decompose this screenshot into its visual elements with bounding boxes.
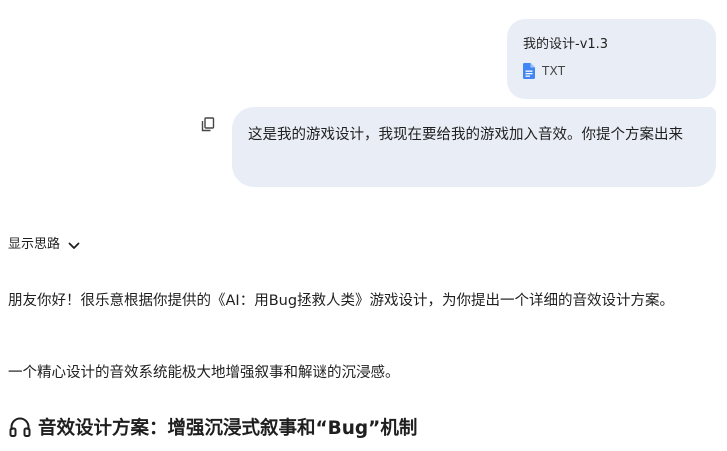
response-paragraph: 一个精心设计的音效系统能极大地增强叙事和解谜的沉浸感。 — [8, 365, 400, 381]
response-heading-text: 音效设计方案：增强沉浸式叙事和“Bug”机制 — [38, 418, 418, 439]
attachment-file-type: TXT — [542, 64, 566, 78]
chat-page: 我的设计-v1.3 TXT 这是我的游戏设计，我现在要给我的游戏加入音效。你提个… — [0, 0, 727, 451]
chevron-down-icon — [68, 237, 80, 249]
attachment-card[interactable]: 我的设计-v1.3 TXT — [507, 19, 716, 99]
document-icon — [523, 63, 535, 79]
user-message-bubble: 这是我的游戏设计，我现在要给我的游戏加入音效。你提个方案出来 — [232, 107, 716, 187]
copy-icon — [201, 116, 215, 136]
show-thinking-label: 显示思路 — [8, 237, 61, 252]
show-thinking-toggle[interactable]: 显示思路 — [8, 233, 80, 252]
headphones-icon — [8, 415, 32, 439]
attachment-type-row: TXT — [523, 63, 716, 79]
copy-message-button[interactable] — [198, 116, 218, 136]
response-heading: 音效设计方案：增强沉浸式叙事和“Bug”机制 — [8, 414, 417, 440]
attachment-file-name: 我的设计-v1.3 — [523, 37, 609, 52]
user-message-text: 这是我的游戏设计，我现在要给我的游戏加入音效。你提个方案出来 — [248, 127, 683, 143]
response-paragraph: 朋友你好！很乐意根据你提供的《AI：用Bug拯救人类》游戏设计，为你提出一个详细… — [8, 293, 675, 309]
